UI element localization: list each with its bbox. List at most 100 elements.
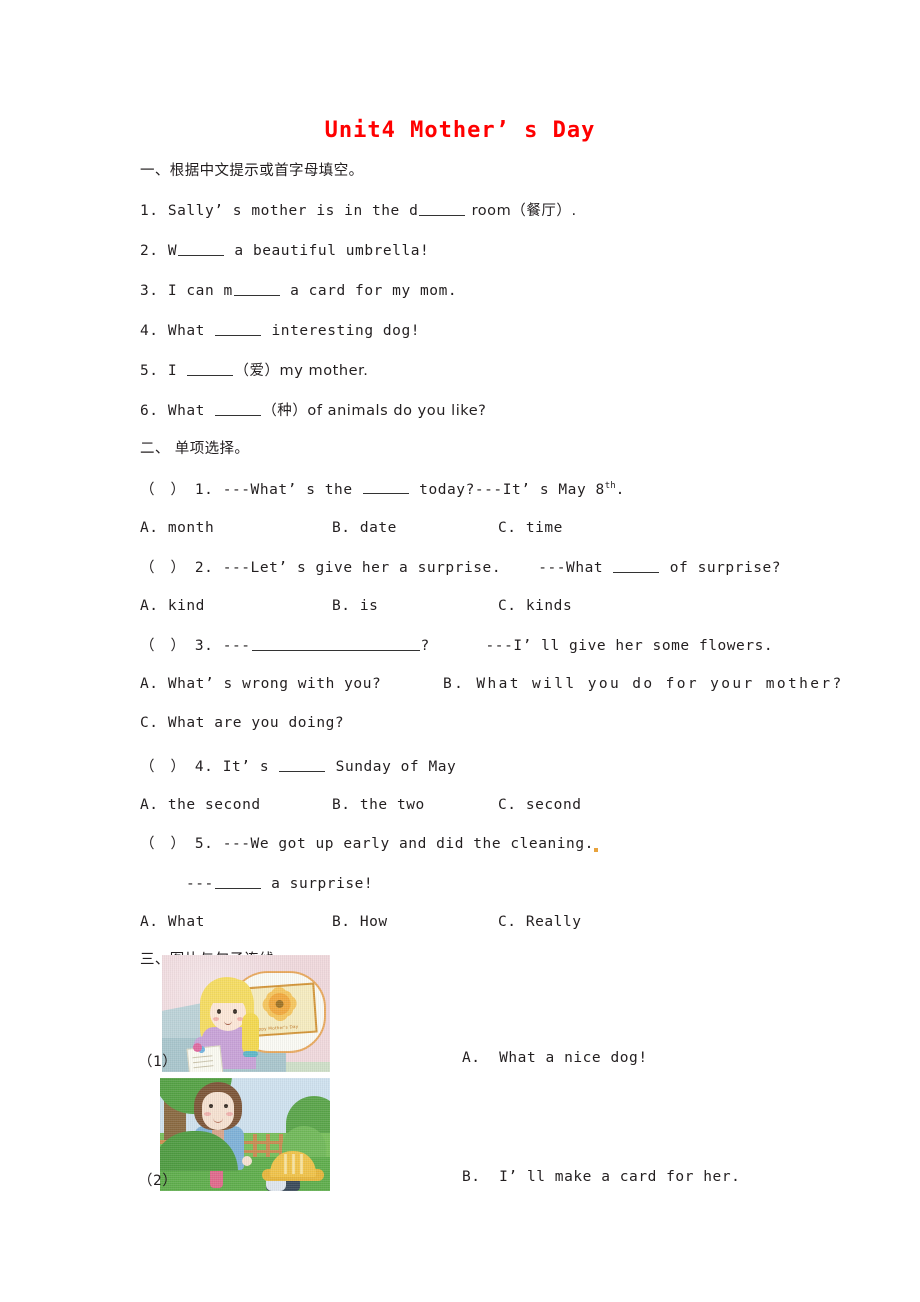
option-text: What a nice dog! — [480, 1050, 648, 1066]
girl-bangs — [204, 979, 252, 1003]
question-number: 1. — [194, 481, 214, 498]
mc-options-3-row2: C. What are you doing? — [140, 715, 790, 732]
card-text: Happy Mother's Day — [252, 1023, 299, 1032]
option-key: C. — [498, 598, 517, 615]
option-key: B. — [332, 913, 351, 930]
option-b[interactable]: B. date — [332, 520, 397, 537]
mc-question-4: （ ） 4. It’ s Sunday of May — [140, 757, 790, 775]
fill-blank-item-5: 5. I （爱）my mother. — [140, 361, 790, 379]
girl-cheek-left — [213, 1017, 219, 1021]
answer-blank[interactable] — [233, 281, 280, 297]
option-text: the two — [350, 797, 425, 814]
woman-cheek-left — [204, 1112, 211, 1116]
option-b[interactable]: B. is — [332, 598, 378, 615]
item-text-before: W — [167, 243, 178, 260]
worksheet-page: Unit4 Mother’ s Day 一、根据中文提示或首字母填空。 1. S… — [0, 0, 920, 1302]
mc-options-1: A. month B. date C. time — [140, 520, 790, 537]
option-c[interactable]: C. kinds — [498, 598, 572, 615]
answer-blank[interactable] — [362, 480, 409, 495]
item-number: 1. — [140, 203, 159, 220]
option-text: Really — [516, 913, 582, 930]
question-number: 5. — [194, 835, 214, 852]
section-2-heading: 二、 单项选择。 — [140, 441, 250, 458]
fill-blank-item-2: 2. W a beautiful umbrella! — [140, 241, 790, 259]
option-a[interactable]: A. What — [140, 914, 205, 931]
answer-blank[interactable] — [214, 874, 261, 889]
option-b[interactable]: B. How — [332, 914, 388, 931]
option-a[interactable]: A. month — [140, 520, 214, 537]
answer-blank[interactable] — [187, 361, 234, 377]
option-key: C. — [498, 913, 517, 930]
option-key: A. — [140, 598, 159, 615]
answer-blank[interactable] — [178, 241, 225, 257]
answer-bracket[interactable]: （ ） — [140, 836, 186, 852]
option-text: time — [516, 519, 563, 536]
option-b[interactable]: B. What will you do for your mother? — [443, 676, 841, 693]
option-c[interactable]: C. time — [498, 520, 563, 537]
option-text: date — [350, 519, 397, 536]
item-number: 5. — [140, 363, 159, 380]
question-stem-after: today?---It’ s May 8 — [409, 481, 605, 498]
answer-blank[interactable] — [215, 401, 262, 417]
option-c[interactable]: C. second — [498, 797, 582, 814]
answer-bracket[interactable]: （ ） — [140, 560, 186, 576]
item-number: 3. — [140, 283, 159, 300]
answer-bracket[interactable]: （ ） — [140, 481, 186, 497]
option-a[interactable]: A. What’ s wrong with you? — [140, 676, 381, 693]
option-text: second — [516, 797, 582, 814]
option-a[interactable]: A. kind — [140, 598, 205, 615]
answer-blank[interactable] — [251, 636, 420, 652]
option-text: What’ s wrong with you? — [158, 676, 382, 693]
section-1-heading: 一、根据中文提示或首字母填空。 — [140, 163, 364, 179]
mc-question-2: （ ） 2. ---Let’ s give her a surprise. --… — [140, 558, 790, 576]
item-text-before: What — [167, 323, 215, 340]
question-stem-tail: . — [615, 481, 625, 498]
option-text: I’ ll make a card for her. — [480, 1169, 741, 1185]
option-b[interactable]: B. the two — [332, 797, 425, 814]
option-key: A. — [140, 797, 159, 814]
question-stem-before: ---Let’ s give her a surprise. ---What — [222, 559, 613, 576]
woman-eye-right — [224, 1104, 228, 1108]
answer-blank[interactable] — [419, 201, 466, 217]
question-stem-after: of surprise? — [660, 559, 782, 576]
matching-option-b[interactable]: B. I’ ll make a card for her. — [462, 1169, 740, 1185]
item-text-before: I can m — [167, 283, 233, 300]
option-text: What are you doing? — [158, 714, 345, 731]
option-key: A. — [140, 913, 159, 930]
option-key: C. — [498, 797, 517, 814]
worksheet-body: 一、根据中文提示或首字母填空。 1. Sally’ s mother is in… — [140, 163, 841, 990]
question-stem-before: --- — [222, 638, 251, 655]
page-title: Unit4 Mother’ s Day — [324, 118, 596, 143]
item-text-before: I — [167, 363, 187, 380]
option-c[interactable]: C. Really — [498, 914, 582, 931]
matching-option-a[interactable]: A. What a nice dog! — [462, 1050, 648, 1066]
answer-blank[interactable] — [279, 757, 326, 773]
woman-eye-left — [209, 1104, 213, 1108]
option-a[interactable]: A. the second — [140, 797, 261, 814]
paper-in-hand — [186, 1045, 224, 1072]
woman-hand — [242, 1156, 252, 1166]
woman-cheek-right — [226, 1112, 233, 1116]
option-key: B. — [443, 676, 466, 693]
item-number: 6. — [140, 403, 159, 420]
answer-blank[interactable] — [215, 321, 262, 337]
option-text: What will you do for your mother? — [465, 676, 844, 693]
woman-face — [202, 1092, 234, 1130]
answer-blank[interactable] — [613, 558, 660, 573]
answer-bracket[interactable]: （ ） — [140, 759, 186, 775]
item-text-after: a card for my mom. — [280, 283, 458, 300]
picture-2-label: （2） — [138, 1173, 178, 1189]
question-number: 4. — [194, 759, 214, 776]
picture-2-woman-with-dog[interactable] — [160, 1078, 330, 1191]
girl-hair-tie — [243, 1051, 258, 1057]
option-c[interactable]: C. What are you doing? — [140, 715, 344, 731]
question-stem-after: Sunday of May — [326, 759, 457, 776]
mc-options-5: A. What B. How C. Really — [140, 914, 790, 931]
option-key: A. — [140, 519, 159, 536]
answer-bracket[interactable]: （ ） — [140, 638, 186, 654]
question-stem-after: a surprise! — [261, 875, 374, 892]
question-stem-before: It’ s — [222, 759, 279, 776]
option-key: B. — [332, 598, 351, 615]
girl-eye-left — [217, 1009, 221, 1014]
picture-1-girl-with-card[interactable]: Happy Mother's Day — [162, 955, 330, 1072]
